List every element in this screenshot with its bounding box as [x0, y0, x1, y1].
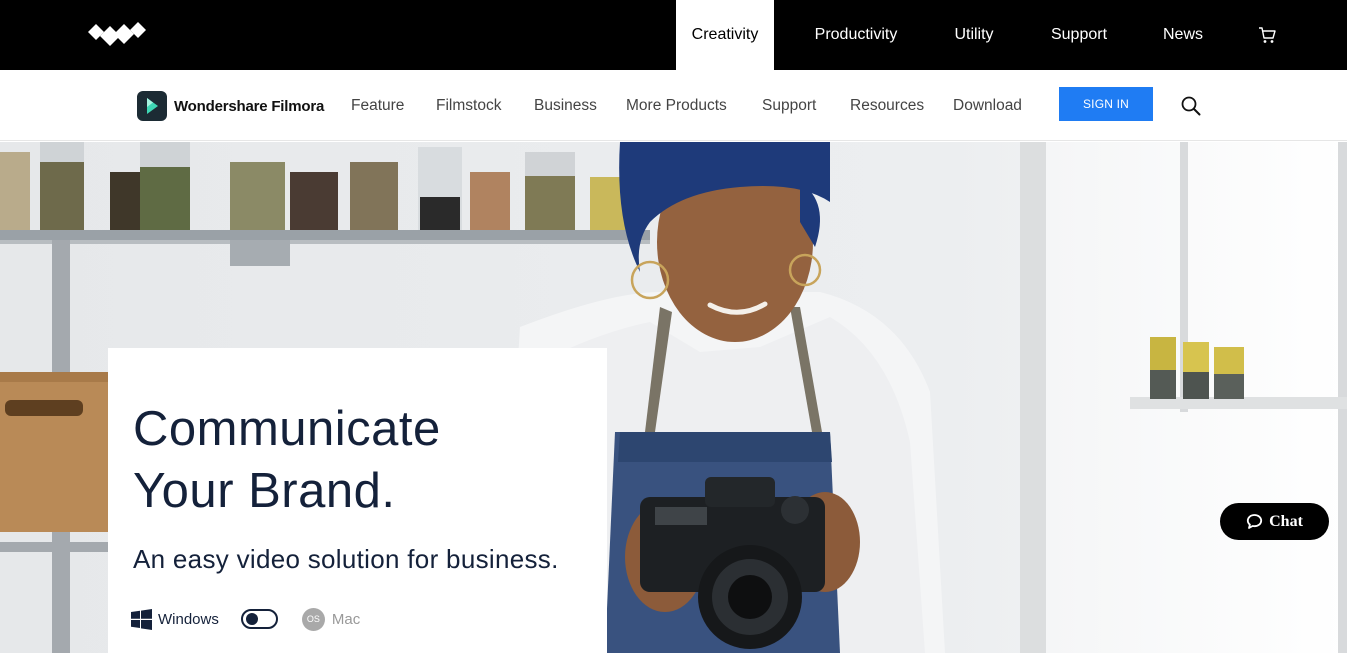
- nav-support[interactable]: Support: [762, 97, 816, 115]
- wondershare-logo-icon[interactable]: [86, 20, 146, 50]
- chat-label: Chat: [1269, 512, 1303, 530]
- search-icon[interactable]: [1180, 95, 1202, 117]
- top-nav-productivity[interactable]: Productivity: [796, 0, 916, 70]
- nav-filmstock[interactable]: Filmstock: [436, 97, 501, 115]
- top-nav-support[interactable]: Support: [1036, 0, 1122, 70]
- nav-more-products[interactable]: More Products: [626, 97, 727, 115]
- windows-label[interactable]: Windows: [158, 611, 219, 628]
- filmora-brand-link[interactable]: Wondershare Filmora: [137, 90, 324, 122]
- macos-icon: OS: [301, 607, 325, 631]
- mac-label[interactable]: Mac: [332, 611, 360, 628]
- top-nav-utility[interactable]: Utility: [938, 0, 1010, 70]
- sign-in-button[interactable]: SIGN IN: [1059, 87, 1153, 121]
- top-nav-news[interactable]: News: [1150, 0, 1216, 70]
- top-bar: Creativity Productivity Utility Support …: [0, 0, 1347, 70]
- headline-line-1: Communicate: [133, 402, 441, 456]
- windows-icon: [131, 608, 152, 630]
- brand-name: Wondershare Filmora: [174, 97, 325, 115]
- filmora-logo-icon: [137, 91, 167, 121]
- os-switch-row: Windows OS Mac: [131, 606, 360, 632]
- chat-bubble-icon: [1247, 514, 1263, 529]
- nav-feature[interactable]: Feature: [351, 97, 404, 115]
- cart-icon[interactable]: [1257, 25, 1277, 45]
- headline-line-2: Your Brand.: [133, 464, 396, 518]
- hero-subheadline: An easy video solution for business.: [133, 544, 559, 574]
- os-toggle-knob: [245, 613, 258, 625]
- hero-headline: Communicate Your Brand.: [133, 398, 441, 522]
- nav-resources[interactable]: Resources: [850, 97, 924, 115]
- chat-button[interactable]: Chat: [1220, 503, 1329, 540]
- os-toggle[interactable]: [240, 609, 278, 629]
- top-nav-creativity[interactable]: Creativity: [676, 0, 774, 70]
- product-nav: Wondershare Filmora Feature Filmstock Bu…: [0, 70, 1347, 141]
- nav-business[interactable]: Business: [534, 97, 597, 115]
- nav-download[interactable]: Download: [953, 97, 1022, 115]
